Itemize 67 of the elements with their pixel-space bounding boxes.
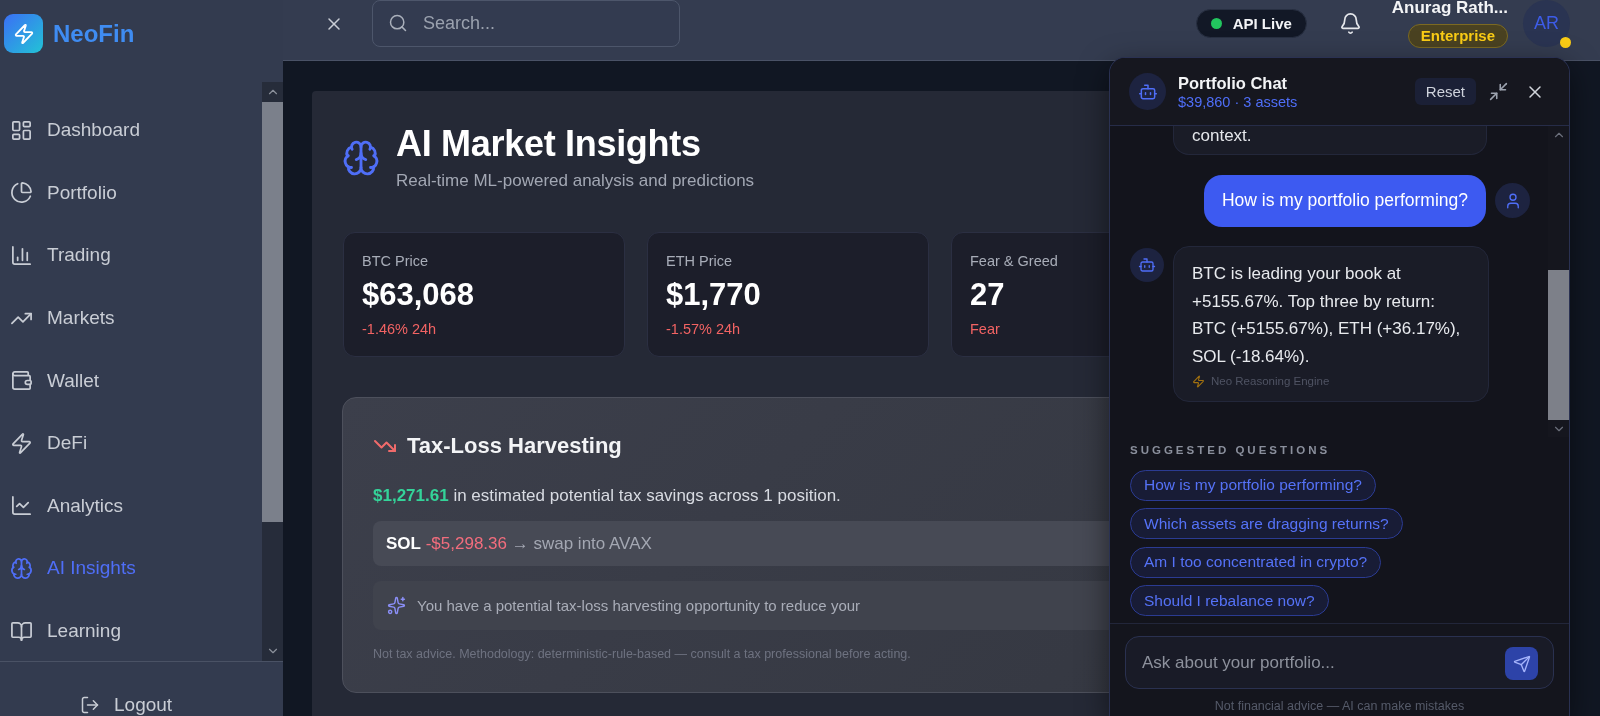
nav-item[interactable]: Markets (0, 286, 115, 350)
suggestion-chip[interactable]: Should I rebalance now? (1130, 585, 1329, 616)
nav-item[interactable]: Trading (0, 224, 111, 287)
send-button[interactable] (1505, 647, 1538, 680)
stat-change: -1.57% 24h (666, 320, 741, 338)
stat-value: $63,068 (362, 277, 475, 313)
bar-chart-icon (10, 244, 33, 267)
logout-icon (80, 695, 100, 715)
send-icon (1512, 654, 1531, 673)
wallet-icon (10, 369, 33, 393)
nav-item[interactable]: Learning (0, 599, 121, 663)
line-chart-icon (10, 494, 33, 518)
nav-item[interactable]: Portfolio (0, 161, 117, 225)
page-subtitle: Real-time ML-powered analysis and predictions (396, 170, 755, 192)
minimize-icon[interactable] (1488, 81, 1509, 102)
robot-icon (1129, 73, 1166, 110)
section-label: SUGGESTED QUESTIONS (1130, 442, 1331, 457)
scrollbar-track[interactable] (262, 82, 283, 661)
stat-change: Fear (970, 320, 1000, 338)
lightning-icon (1192, 374, 1205, 388)
lightning-icon (10, 431, 33, 455)
logout-link[interactable]: Logout (80, 694, 173, 716)
stat-change: -1.46% 24h (362, 320, 437, 338)
suggestion-chip[interactable]: How is my portfolio performing? (1130, 469, 1376, 501)
card-title: Tax-Loss Harvesting (407, 432, 622, 460)
scrollbar-thumb[interactable] (262, 102, 283, 522)
brain-icon (342, 139, 380, 177)
logo-icon (4, 14, 43, 53)
nav-item[interactable]: DeFi (0, 411, 88, 475)
api-status-label: API Live (1232, 14, 1292, 33)
brand-name: NeoFin (53, 19, 135, 49)
message-input[interactable]: Ask about your portfolio... (1125, 636, 1554, 689)
page-title: AI Market Insights (396, 124, 702, 164)
user-icon (1495, 183, 1530, 218)
sparkle-icon (387, 596, 406, 615)
stat-label: BTC Price (362, 252, 429, 270)
user-name: Anurag Rath... (1391, 0, 1508, 17)
insight-text: You have a potential tax-loss harvesting opportunity to reduce your (417, 596, 861, 615)
savings-summary: $1,271.61 in estimated potential tax savings across 1 position. (373, 485, 841, 507)
robot-icon (1130, 248, 1164, 282)
dashboard-icon (10, 118, 33, 142)
chat-title: Portfolio Chat (1178, 72, 1289, 93)
nav-item[interactable]: Dashboard (0, 99, 140, 162)
bell-icon[interactable] (1338, 12, 1362, 35)
suggestion-chip[interactable]: Which assets are dragging returns? (1130, 508, 1403, 539)
pie-chart-icon (10, 181, 33, 205)
source-label: Neo Reasoning Engine (1211, 374, 1330, 388)
chat-subtitle: $39,860 · 3 assets (1178, 92, 1298, 111)
brain-icon (10, 556, 33, 580)
message-bubble: context. (1173, 126, 1487, 155)
disclaimer-text: Not financial advice — AI can make mistakes (1214, 698, 1465, 714)
nav-item[interactable]: Analytics (0, 474, 124, 538)
plan-badge: Enterprise (1407, 24, 1508, 48)
disclaimer-text: Not tax advice. Methodology: deterministic-rule-based — consult a tax professional before acting. (373, 646, 911, 662)
reset-button[interactable]: Reset (1414, 78, 1476, 105)
search-field[interactable]: Search... (372, 0, 680, 47)
book-icon (10, 619, 33, 643)
search-icon (388, 13, 408, 33)
nav-item[interactable]: Wallet (0, 349, 100, 412)
scrollbar-thumb[interactable] (1548, 270, 1569, 420)
stat-label: ETH Price (666, 252, 733, 270)
stat-label: Fear & Greed (970, 252, 1058, 270)
stat-value: $1,770 (666, 277, 761, 313)
message-text: BTC is leading your book at +5155.67%. Top three by return: BTC (+5155.67%), ETH (+36.17%), SOL (-18.64%). (1192, 263, 1462, 368)
stat-value: 27 (970, 277, 1005, 313)
suggestion-chip[interactable]: Am I too concentrated in crypto? (1130, 546, 1382, 578)
message-bubble: How is my portfolio performing? (1203, 174, 1486, 227)
